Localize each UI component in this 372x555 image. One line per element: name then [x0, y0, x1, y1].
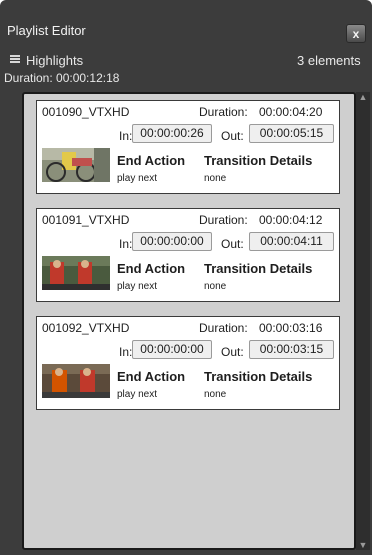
end-action-title: End Action	[117, 261, 186, 276]
transition-details-title: Transition Details	[204, 261, 313, 276]
list-icon	[10, 55, 20, 66]
clip-duration: 00:00:04:12	[259, 213, 323, 227]
in-label: In:	[119, 237, 133, 251]
playlist-duration: Duration: 00:00:12:18	[4, 71, 120, 85]
clip-name: 001092_VTXHD	[42, 321, 130, 335]
title-bar: Playlist Editor x	[0, 0, 372, 50]
playlist-item[interactable]: 001091_VTXHD Duration: 00:00:04:12 In: 0…	[36, 208, 340, 302]
close-button[interactable]: x	[346, 24, 366, 43]
window-title: Playlist Editor	[7, 23, 86, 38]
playlist-editor-window: Playlist Editor x Highlights 3 elements …	[0, 0, 372, 555]
playlist-item[interactable]: 001092_VTXHD Duration: 00:00:03:16 In: 0…	[36, 316, 340, 410]
playlist-item[interactable]: 001090_VTXHD Duration: 00:00:04:20 In: 0…	[36, 100, 340, 194]
transition-value[interactable]: none	[204, 173, 226, 184]
element-count: 3 elements	[297, 53, 361, 68]
duration-label: Duration:	[199, 105, 248, 119]
duration-label: Duration:	[199, 321, 248, 335]
clip-thumbnail	[42, 256, 110, 290]
duration-label: Duration:	[199, 213, 248, 227]
out-label: Out:	[221, 345, 244, 359]
in-timecode-field[interactable]: 00:00:00:00	[132, 340, 212, 359]
chevron-up-icon[interactable]: ▲	[358, 92, 368, 102]
out-timecode-field[interactable]: 00:00:05:15	[249, 124, 334, 143]
out-timecode-field[interactable]: 00:00:04:11	[249, 232, 334, 251]
end-action-value[interactable]: play next	[117, 389, 157, 400]
out-label: Out:	[221, 237, 244, 251]
out-timecode-field[interactable]: 00:00:03:15	[249, 340, 334, 359]
scrollbar[interactable]: ▲ ▼	[356, 92, 370, 550]
chevron-down-icon[interactable]: ▼	[358, 540, 368, 550]
end-action-title: End Action	[117, 369, 186, 384]
playlist-name: Highlights	[26, 53, 84, 68]
in-label: In:	[119, 129, 133, 143]
end-action-value[interactable]: play next	[117, 281, 157, 292]
clip-name: 001091_VTXHD	[42, 213, 130, 227]
end-action-title: End Action	[117, 153, 186, 168]
end-action-value[interactable]: play next	[117, 173, 157, 184]
in-label: In:	[119, 345, 133, 359]
transition-value[interactable]: none	[204, 281, 226, 292]
transition-details-title: Transition Details	[204, 153, 313, 168]
transition-value[interactable]: none	[204, 389, 226, 400]
out-label: Out:	[221, 129, 244, 143]
clip-thumbnail	[42, 148, 110, 182]
in-timecode-field[interactable]: 00:00:00:26	[132, 124, 212, 143]
close-icon: x	[352, 27, 360, 41]
clip-duration: 00:00:04:20	[259, 105, 323, 119]
clip-thumbnail	[42, 364, 110, 398]
clip-name: 001090_VTXHD	[42, 105, 130, 119]
clip-duration: 00:00:03:16	[259, 321, 323, 335]
transition-details-title: Transition Details	[204, 369, 313, 384]
in-timecode-field[interactable]: 00:00:00:00	[132, 232, 212, 251]
